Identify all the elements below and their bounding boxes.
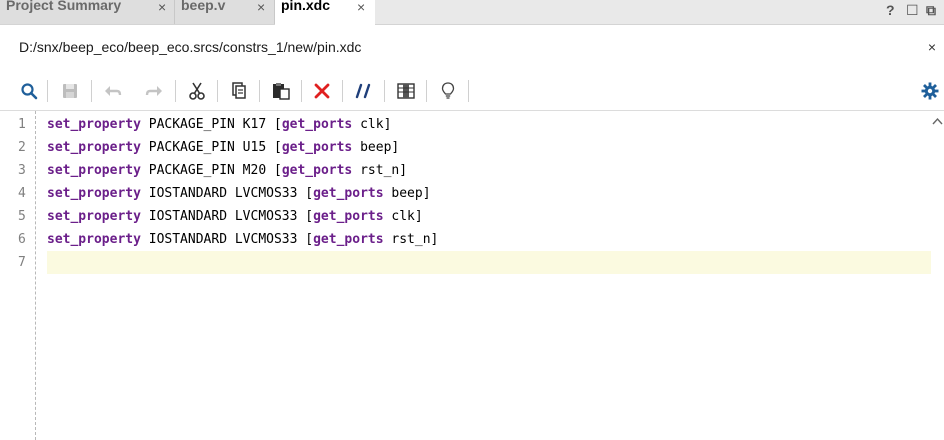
code-line[interactable]: set_property PACKAGE_PIN M20 [get_ports … [47,159,407,182]
line-number: 1 [18,117,26,132]
line-number: 4 [18,186,26,201]
line-number-gutter: 1 2 3 4 5 6 7 [0,111,36,440]
file-path-bar: D:/snx/beep_eco/beep_eco.srcs/constrs_1/… [0,25,944,71]
keyword: set_property [47,209,141,224]
keyword: get_ports [313,209,384,224]
redo-icon[interactable] [142,79,166,103]
code-text: clk] [383,209,423,224]
current-line-highlight [47,251,931,274]
code-line[interactable]: set_property IOSTANDARD LVCMOS33 [get_po… [47,228,438,251]
tab-label: pin.xdc [281,0,331,13]
save-icon[interactable] [58,79,82,103]
tab-label: Project Summary [6,0,122,13]
code-text: beep] [383,186,431,201]
line-number: 5 [18,209,26,224]
lightbulb-icon[interactable] [436,79,460,103]
keyword: set_property [47,117,141,132]
scroll-up-icon[interactable] [931,115,944,127]
code-editor[interactable]: 1 2 3 4 5 6 7 set_property PACKAGE_PIN K… [0,111,944,440]
keyword: set_property [47,232,141,247]
delete-icon[interactable] [310,79,334,103]
file-path: D:/snx/beep_eco/beep_eco.srcs/constrs_1/… [19,39,362,55]
code-text: PACKAGE_PIN M20 [ [140,163,282,178]
close-icon[interactable]: × [928,39,936,55]
code-line[interactable]: set_property IOSTANDARD LVCMOS33 [get_po… [47,182,431,205]
code-text: beep] [352,140,400,155]
tab-project-summary[interactable]: Project Summary × [0,0,175,24]
close-icon[interactable]: × [357,0,365,14]
line-number: 7 [18,255,26,270]
float-icon[interactable]: ⧉ [926,2,936,19]
keyword: get_ports [313,186,384,201]
code-line[interactable]: set_property PACKAGE_PIN K17 [get_ports … [47,113,391,136]
cut-icon[interactable] [185,79,209,103]
tab-beep-v[interactable]: beep.v × [175,0,275,24]
keyword: set_property [47,140,141,155]
vertical-scrollbar[interactable] [931,111,944,440]
code-text: rst_n] [383,232,439,247]
code-text: rst_n] [352,163,408,178]
tab-label: beep.v [181,0,226,13]
close-icon[interactable]: × [158,0,166,14]
keyword: get_ports [281,117,353,132]
column-select-icon[interactable] [394,79,418,103]
code-text: IOSTANDARD LVCMOS33 [ [140,186,314,201]
code-text: IOSTANDARD LVCMOS33 [ [140,209,314,224]
copy-icon[interactable] [227,79,251,103]
editor-toolbar [0,72,944,111]
gutter-divider [35,111,36,440]
code-text: IOSTANDARD LVCMOS33 [ [140,232,314,247]
code-line[interactable]: set_property PACKAGE_PIN U15 [get_ports … [47,136,399,159]
paste-icon[interactable] [269,79,293,103]
gear-icon[interactable] [918,79,942,103]
line-number: 3 [18,163,26,178]
comment-icon[interactable] [352,79,376,103]
line-number: 6 [18,232,26,247]
keyword: set_property [47,186,141,201]
close-icon[interactable]: × [257,0,265,14]
undo-icon[interactable] [101,79,125,103]
code-line[interactable]: set_property IOSTANDARD LVCMOS33 [get_po… [47,205,423,228]
keyword: set_property [47,163,141,178]
code-text: clk] [352,117,392,132]
tab-pin-xdc[interactable]: pin.xdc × [275,0,375,25]
search-icon[interactable] [17,79,41,103]
restore-icon[interactable]: ☐ [906,2,919,19]
code-text: PACKAGE_PIN U15 [ [140,140,282,155]
keyword: get_ports [281,163,353,178]
keyword: get_ports [313,232,384,247]
line-number: 2 [18,140,26,155]
keyword: get_ports [281,140,353,155]
code-text: PACKAGE_PIN K17 [ [140,117,282,132]
tab-bar: Project Summary × beep.v × pin.xdc × ? ☐… [0,0,944,25]
editor-window: Project Summary × beep.v × pin.xdc × ? ☐… [0,0,944,440]
help-icon[interactable]: ? [886,2,895,18]
